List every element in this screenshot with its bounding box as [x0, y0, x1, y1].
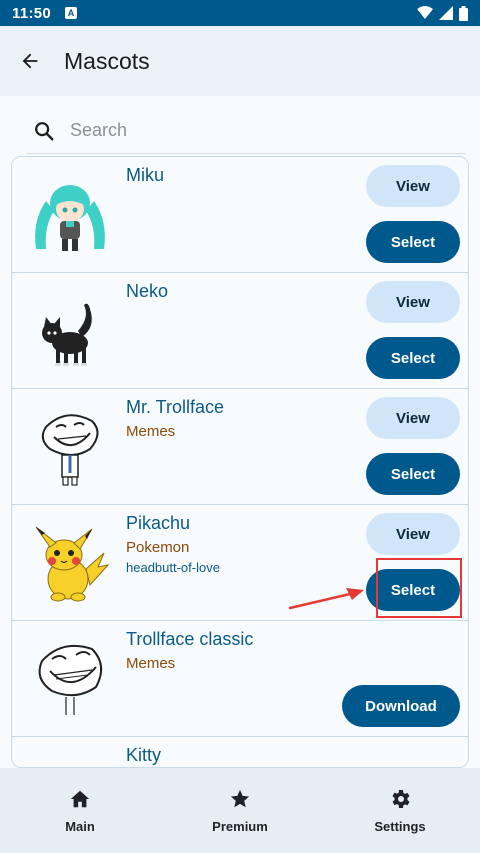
mascot-tag: headbutt-of-love — [126, 560, 220, 575]
mascot-name: Neko — [126, 281, 169, 301]
mascot-category: Memes — [126, 655, 176, 672]
search-input[interactable] — [70, 120, 430, 141]
list-item: Miku View Select — [12, 157, 468, 273]
mascot-name: Miku — [126, 165, 165, 185]
status-bar: 11:50 A — [0, 0, 480, 26]
nav-item-settings[interactable]: Settings — [320, 768, 480, 853]
select-button[interactable]: Select — [366, 221, 460, 263]
search-icon[interactable] — [26, 113, 62, 149]
mascot-thumbnail — [26, 171, 114, 259]
mascot-thumbnail — [26, 287, 114, 375]
list-item: Pikachu Pokemon headbutt-of-love View Se… — [12, 505, 468, 621]
mascot-name: Pikachu — [126, 513, 191, 533]
download-button[interactable]: Download — [342, 685, 460, 727]
signal-icon — [439, 6, 453, 20]
bottom-navigation: Main Premium Settings — [0, 768, 480, 853]
view-button[interactable]: View — [366, 513, 460, 555]
mascot-category: Memes — [126, 423, 176, 440]
page-title: Mascots — [64, 47, 150, 74]
select-button[interactable]: Select — [366, 337, 460, 379]
list-item: Kitty — [12, 737, 468, 767]
nav-label: Premium — [212, 819, 268, 834]
list-item: Trollface classic Memes Download — [12, 621, 468, 737]
select-button[interactable]: Select — [366, 569, 460, 611]
list-item: Neko View Select — [12, 273, 468, 389]
view-button[interactable]: View — [366, 165, 460, 207]
mascot-list: Miku View Select Neko View Select Mr. Tr… — [11, 156, 469, 768]
mascot-name: Trollface classic — [126, 629, 254, 649]
nav-item-main[interactable]: Main — [0, 768, 160, 853]
app-bar: Mascots — [0, 26, 480, 96]
home-icon — [69, 787, 91, 811]
gear-icon — [388, 787, 412, 811]
nav-label: Main — [65, 819, 95, 834]
notification-icon: A — [65, 7, 78, 19]
view-button[interactable]: View — [366, 281, 460, 323]
mascot-name: Kitty — [126, 745, 162, 765]
mascot-name: Mr. Trollface — [126, 397, 225, 417]
battery-icon — [459, 5, 468, 21]
nav-item-premium[interactable]: Premium — [160, 768, 320, 853]
nav-label: Settings — [374, 819, 426, 834]
view-button[interactable]: View — [366, 397, 460, 439]
mascot-thumbnail — [26, 635, 114, 723]
status-icons — [417, 5, 468, 21]
back-button[interactable] — [0, 31, 60, 91]
arrow-back-icon — [22, 53, 38, 69]
mascot-thumbnail — [26, 519, 114, 607]
mascot-thumbnail — [26, 403, 114, 491]
select-button[interactable]: Select — [366, 453, 460, 495]
wifi-icon — [417, 6, 433, 19]
status-time: 11:50 — [12, 4, 52, 22]
star-icon — [229, 787, 251, 811]
list-item: Mr. Trollface Memes View Select — [12, 389, 468, 505]
search-bar — [26, 108, 466, 154]
mascot-category: Pokemon — [126, 539, 190, 556]
